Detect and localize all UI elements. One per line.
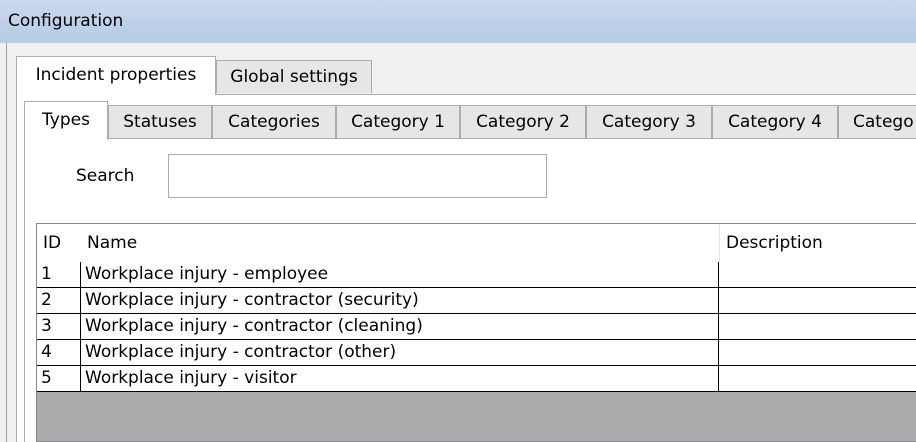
tab-label: Category 2: [476, 112, 570, 132]
cell-name: Workplace injury - contractor (cleaning): [81, 314, 719, 340]
cell-description: [719, 288, 916, 314]
cell-description: [719, 314, 916, 340]
tab-statuses[interactable]: Statuses: [108, 105, 212, 138]
tab-label: Global settings: [230, 67, 358, 87]
table-row[interactable]: 4 Workplace injury - contractor (other): [37, 340, 916, 366]
tab-label: Category 4: [728, 112, 822, 132]
cell-name: Workplace injury - contractor (security): [81, 288, 719, 314]
table-row[interactable]: 3 Workplace injury - contractor (cleanin…: [37, 314, 916, 340]
window-title-bar: Configuration: [0, 0, 916, 43]
grid-header: ID Name Description: [37, 224, 916, 262]
cell-description: [719, 262, 916, 288]
cell-name: Workplace injury - contractor (other): [81, 340, 719, 366]
tab-label: Catego: [853, 112, 914, 132]
tab-label: Statuses: [123, 112, 197, 132]
search-input[interactable]: [168, 154, 547, 198]
tab-label: Incident properties: [35, 65, 197, 85]
tab-label: Category 3: [602, 112, 696, 132]
tab-category-3[interactable]: Category 3: [586, 105, 712, 138]
cell-id: 2: [37, 288, 81, 314]
cell-id: 4: [37, 340, 81, 366]
cell-description: [719, 340, 916, 366]
search-label: Search: [76, 166, 135, 186]
tab-incident-properties[interactable]: Incident properties: [16, 56, 216, 95]
table-row[interactable]: 5 Workplace injury - visitor: [37, 366, 916, 392]
column-header-name[interactable]: Name: [81, 224, 719, 262]
cell-description: [719, 366, 916, 392]
tab-types[interactable]: Types: [24, 101, 108, 140]
tab-label: Categories: [228, 112, 320, 132]
window-title: Configuration: [8, 11, 124, 31]
tab-category-5-truncated[interactable]: Catego: [838, 105, 916, 138]
cell-name: Workplace injury - employee: [81, 262, 719, 288]
tab-category-4[interactable]: Category 4: [712, 105, 838, 138]
tab-category-1[interactable]: Category 1: [336, 105, 460, 138]
cell-id: 3: [37, 314, 81, 340]
tab-category-2[interactable]: Category 2: [460, 105, 586, 138]
table-row[interactable]: 2 Workplace injury - contractor (securit…: [37, 288, 916, 314]
tab-global-settings[interactable]: Global settings: [216, 60, 372, 93]
tab-label: Types: [42, 110, 90, 130]
types-grid[interactable]: ID Name Description 1 Workplace injury -…: [36, 223, 916, 442]
table-row[interactable]: 1 Workplace injury - employee: [37, 262, 916, 288]
column-header-description[interactable]: Description: [719, 224, 916, 262]
cell-id: 1: [37, 262, 81, 288]
cell-id: 5: [37, 366, 81, 392]
tab-label: Category 1: [351, 112, 445, 132]
cell-name: Workplace injury - visitor: [81, 366, 719, 392]
tab-categories[interactable]: Categories: [212, 105, 336, 138]
column-header-id[interactable]: ID: [37, 224, 81, 262]
